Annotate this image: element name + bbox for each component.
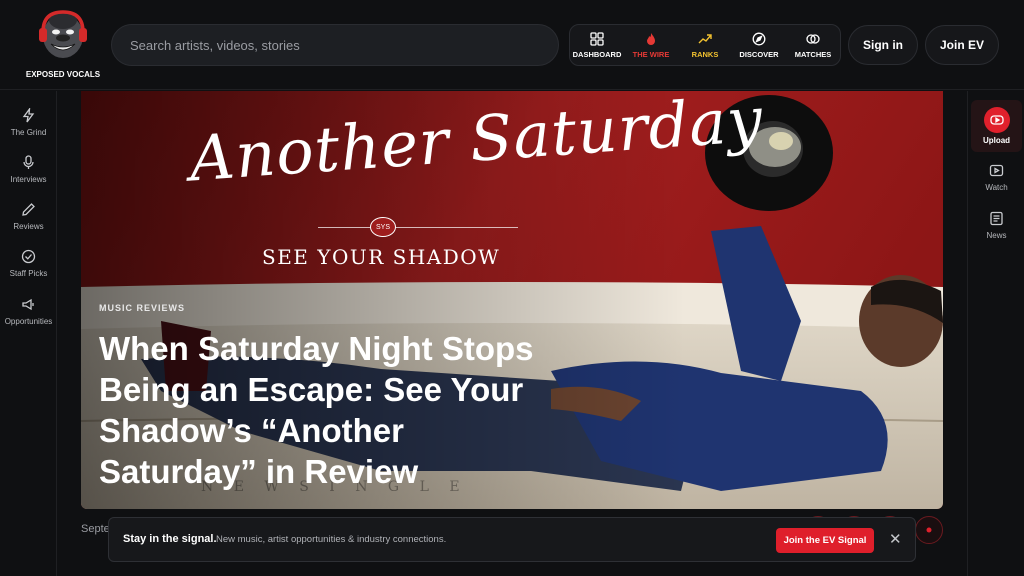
sidebar-label: Reviews bbox=[13, 222, 44, 231]
nav-ranks[interactable]: RANKS bbox=[678, 25, 732, 65]
compass-icon bbox=[752, 32, 766, 45]
sidebar-item-reviews[interactable]: Reviews bbox=[0, 202, 57, 231]
nav-discover[interactable]: DISCOVER bbox=[732, 25, 786, 65]
nav-the-wire-label: THE WIRE bbox=[632, 49, 670, 59]
top-header: EXPOSED VOCALS DASHBOARD THE WIRE RANKS … bbox=[0, 0, 1024, 90]
trend-icon bbox=[698, 33, 712, 43]
sidebar-item-news[interactable]: News bbox=[971, 211, 1022, 240]
article-headline[interactable]: When Saturday Night Stops Being an Escap… bbox=[99, 328, 569, 492]
search-input[interactable] bbox=[130, 25, 550, 65]
nav-dashboard-label: DASHBOARD bbox=[572, 49, 622, 59]
nav-discover-label: DISCOVER bbox=[739, 49, 779, 59]
sidebar-item-upload[interactable]: Upload bbox=[971, 100, 1022, 152]
main-nav: DASHBOARD THE WIRE RANKS DISCOVER MATCHE… bbox=[569, 24, 841, 66]
news-icon bbox=[990, 211, 1003, 226]
sidebar-label: Watch bbox=[985, 183, 1008, 192]
sidebar-label: Upload bbox=[982, 136, 1011, 145]
nav-the-wire[interactable]: THE WIRE bbox=[624, 25, 678, 65]
link-icon bbox=[926, 527, 932, 533]
check-circle-icon bbox=[21, 249, 36, 264]
logo-text: EXPOSED VOCALS bbox=[25, 70, 101, 79]
sidebar-item-the-grind[interactable]: The Grind bbox=[0, 108, 57, 137]
sidebar-label: Opportunities bbox=[4, 317, 53, 326]
grid-icon bbox=[590, 31, 604, 46]
flame-icon bbox=[647, 32, 655, 45]
newsletter-signup-bar: Stay in the signal. New music, artist op… bbox=[108, 517, 916, 562]
signup-description: New music, artist opportunities & indust… bbox=[216, 534, 447, 545]
close-icon[interactable]: ✕ bbox=[889, 530, 902, 548]
gorilla-logo-icon bbox=[39, 10, 87, 58]
rings-icon bbox=[806, 33, 820, 44]
upload-badge bbox=[983, 107, 1010, 133]
signup-title: Stay in the signal. bbox=[123, 533, 217, 545]
article-date: Septe bbox=[81, 523, 110, 535]
sidebar-item-staff-picks[interactable]: Staff Picks bbox=[0, 249, 57, 278]
artwork-badge: SYS bbox=[370, 217, 396, 237]
exposed-vocals-logo[interactable]: EXPOSED VOCALS bbox=[24, 6, 102, 82]
pencil-icon bbox=[22, 203, 35, 216]
play-circle-icon bbox=[989, 115, 1004, 125]
share-link-icon[interactable] bbox=[915, 516, 943, 544]
search-bar[interactable] bbox=[111, 24, 559, 66]
sidebar-item-opportunities[interactable]: Opportunities bbox=[0, 297, 57, 326]
nav-dashboard[interactable]: DASHBOARD bbox=[570, 25, 624, 65]
right-sidebar: Upload Watch News bbox=[967, 91, 1024, 576]
article-category[interactable]: MUSIC REVIEWS bbox=[99, 303, 185, 313]
video-icon bbox=[989, 164, 1004, 177]
sidebar-label: Staff Picks bbox=[9, 269, 48, 278]
join-signal-button[interactable]: Join the EV Signal bbox=[776, 528, 874, 553]
sidebar-label: News bbox=[986, 231, 1007, 240]
artwork-subtitle: SEE YOUR SHADOW bbox=[262, 245, 501, 269]
bolt-icon bbox=[22, 108, 35, 123]
artwork-divider bbox=[318, 227, 518, 228]
sidebar-item-interviews[interactable]: Interviews bbox=[0, 155, 57, 184]
join-ev-button[interactable]: Join EV bbox=[925, 25, 999, 65]
megaphone-icon bbox=[22, 298, 34, 311]
sidebar-label: The Grind bbox=[10, 128, 47, 137]
nav-matches-label: MATCHES bbox=[794, 49, 832, 59]
sidebar-label: Interviews bbox=[10, 175, 47, 184]
sidebar-item-watch[interactable]: Watch bbox=[971, 163, 1022, 192]
featured-article-hero[interactable]: Another Saturday SYS SEE YOUR SHADOW N E… bbox=[81, 91, 943, 509]
nav-ranks-label: RANKS bbox=[691, 49, 719, 59]
sign-in-button[interactable]: Sign in bbox=[848, 25, 918, 65]
nav-matches[interactable]: MATCHES bbox=[786, 25, 840, 65]
left-sidebar: The Grind Interviews Reviews Staff Picks… bbox=[0, 91, 57, 576]
mic-icon bbox=[23, 155, 34, 169]
